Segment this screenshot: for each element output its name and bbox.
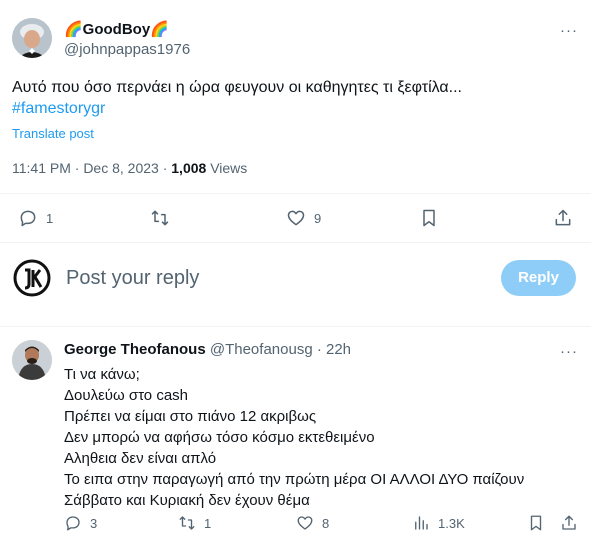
reply-text-line: Σάββατο και Κυριακή δεν έχουν θέμα [64, 492, 310, 509]
heart-icon [287, 210, 305, 226]
reply-button[interactable]: Reply [501, 260, 576, 296]
reply-text-line: Πρέπει να είμαι στο πιάνο 12 ακριβως [64, 408, 317, 425]
views-label: Views [206, 160, 248, 176]
bookmark-icon [423, 209, 435, 227]
reply-bookmark-action[interactable] [527, 514, 545, 532]
reply-text-line: Το ειπα στην παραγωγή από την πρώτη μέρα… [64, 471, 525, 488]
share-action[interactable] [553, 208, 573, 228]
reply-input[interactable]: Post your reply [66, 267, 486, 290]
reply-text-line: Τι να κάνω; [64, 366, 140, 383]
reply-repost-count: 1 [204, 515, 212, 531]
bookmark-icon [530, 515, 542, 531]
reply-reply-count: 3 [90, 515, 98, 531]
reply-author-handle[interactable]: @Theofanousg [210, 341, 313, 358]
repost-action[interactable] [150, 208, 178, 228]
reply-share-action[interactable] [560, 514, 578, 532]
reply-count: 1 [46, 210, 54, 226]
post-meta: 11:41 PM · Dec 8, 2023 · 1,008 Views [12, 160, 247, 176]
like-action[interactable]: 9 [286, 208, 321, 228]
divider [0, 326, 591, 327]
share-icon [562, 515, 576, 530]
divider [0, 193, 591, 194]
post-text: Αυτό που όσο περνάει η ώρα φευγουν οι κα… [12, 79, 462, 96]
like-count: 9 [314, 210, 322, 226]
heart-icon [297, 516, 313, 530]
translate-post-link[interactable]: Translate post [12, 126, 94, 141]
reply-reply-action[interactable]: 3 [64, 514, 97, 532]
repost-icon [179, 516, 195, 530]
reply-like-action[interactable]: 8 [296, 514, 329, 532]
reply-text-line: Αληθεια δεν είναι απλό [64, 450, 217, 467]
reply-view-count: 1.3K [438, 515, 465, 531]
analytics-icon [415, 516, 428, 530]
reply-text: Τι να κάνω; Δουλεύω στο cash Πρέπει να ε… [64, 364, 579, 511]
view-count: 1,008 [171, 160, 207, 176]
bookmark-action[interactable] [419, 208, 439, 228]
reply-header: George Theofanous @Theofanousg · 22h [64, 341, 351, 358]
divider [0, 242, 591, 243]
author-handle[interactable]: @johnpappas1976 [64, 41, 190, 58]
more-options-icon[interactable]: ··· [560, 22, 578, 39]
post-hashtag[interactable]: #famestorygr [12, 100, 105, 118]
author-avatar[interactable] [12, 18, 52, 58]
reply-age[interactable]: 22h [326, 341, 351, 358]
repost-icon [151, 210, 169, 226]
reply-views-action[interactable]: 1.3K [412, 514, 465, 532]
reply-repost-action[interactable]: 1 [178, 514, 211, 532]
reply-like-count: 8 [322, 515, 330, 531]
reply-icon [20, 210, 36, 227]
post-timestamp[interactable]: 11:41 PM · Dec 8, 2023 · [12, 160, 171, 176]
reply-text-line: Δουλεύω στο cash [64, 387, 188, 404]
separator-dot: · [312, 341, 326, 358]
reply-more-options-icon[interactable]: ··· [560, 343, 578, 360]
reply-text-line: Δεν μπορώ να αφήσω τόσο κόσμο εκτεθειμέν… [64, 429, 375, 446]
reply-action[interactable]: 1 [18, 208, 53, 228]
reply-author-name[interactable]: George Theofanous [64, 341, 206, 358]
author-name[interactable]: 🌈GoodBoy🌈 [64, 20, 169, 38]
reply-author-avatar[interactable] [12, 340, 52, 380]
share-icon [555, 209, 571, 226]
current-user-avatar[interactable] [12, 258, 52, 298]
reply-icon [66, 516, 80, 531]
